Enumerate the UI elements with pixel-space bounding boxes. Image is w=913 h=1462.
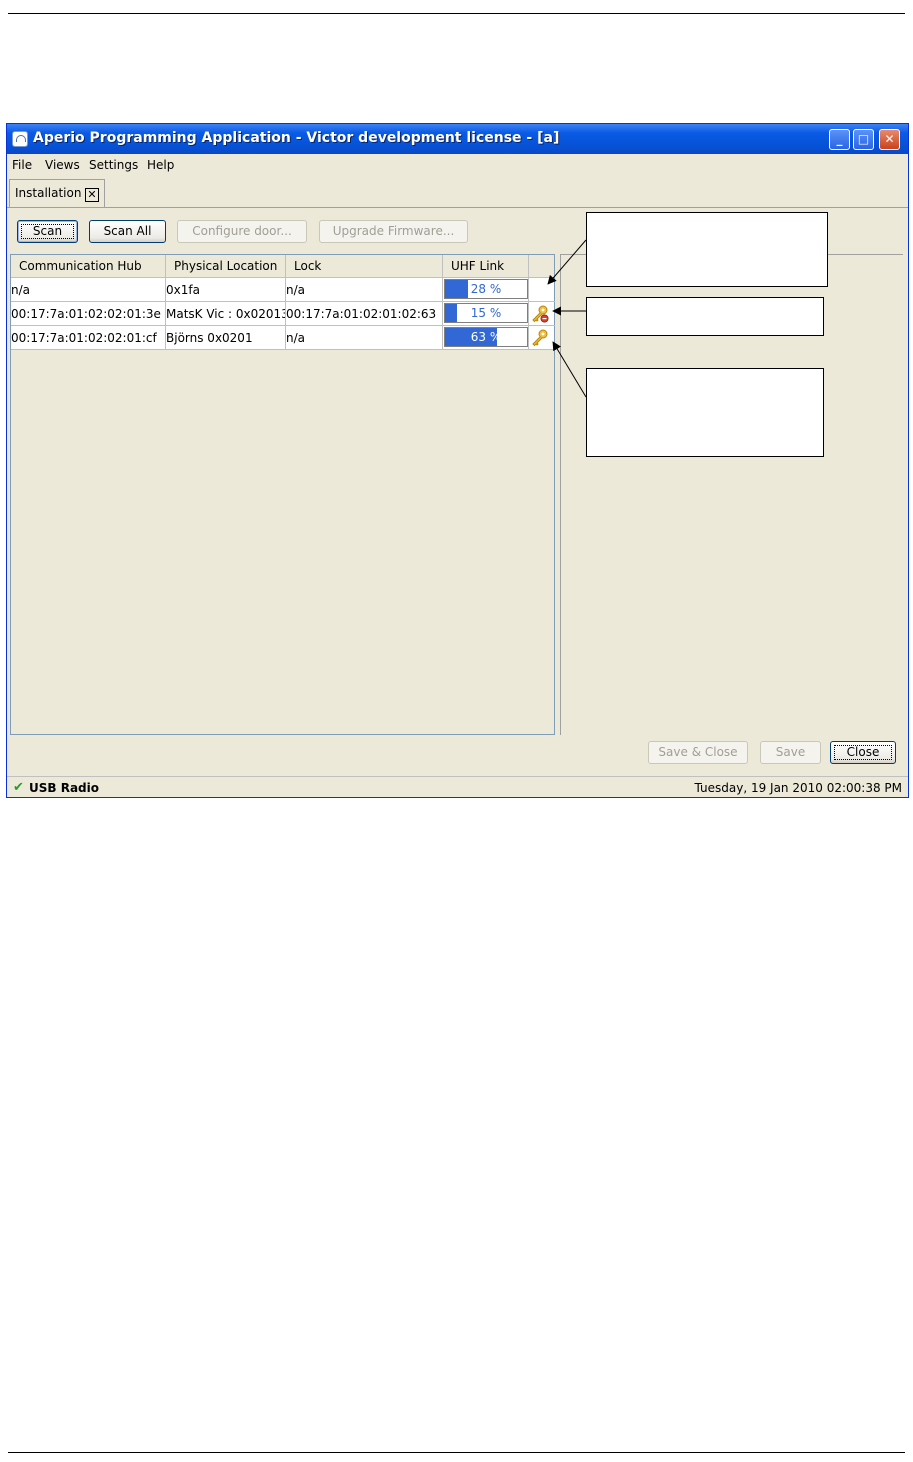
callout-arrow-top (547, 239, 587, 285)
callout-arrows (547, 239, 587, 398)
callout-arrow-bottom (552, 341, 587, 398)
